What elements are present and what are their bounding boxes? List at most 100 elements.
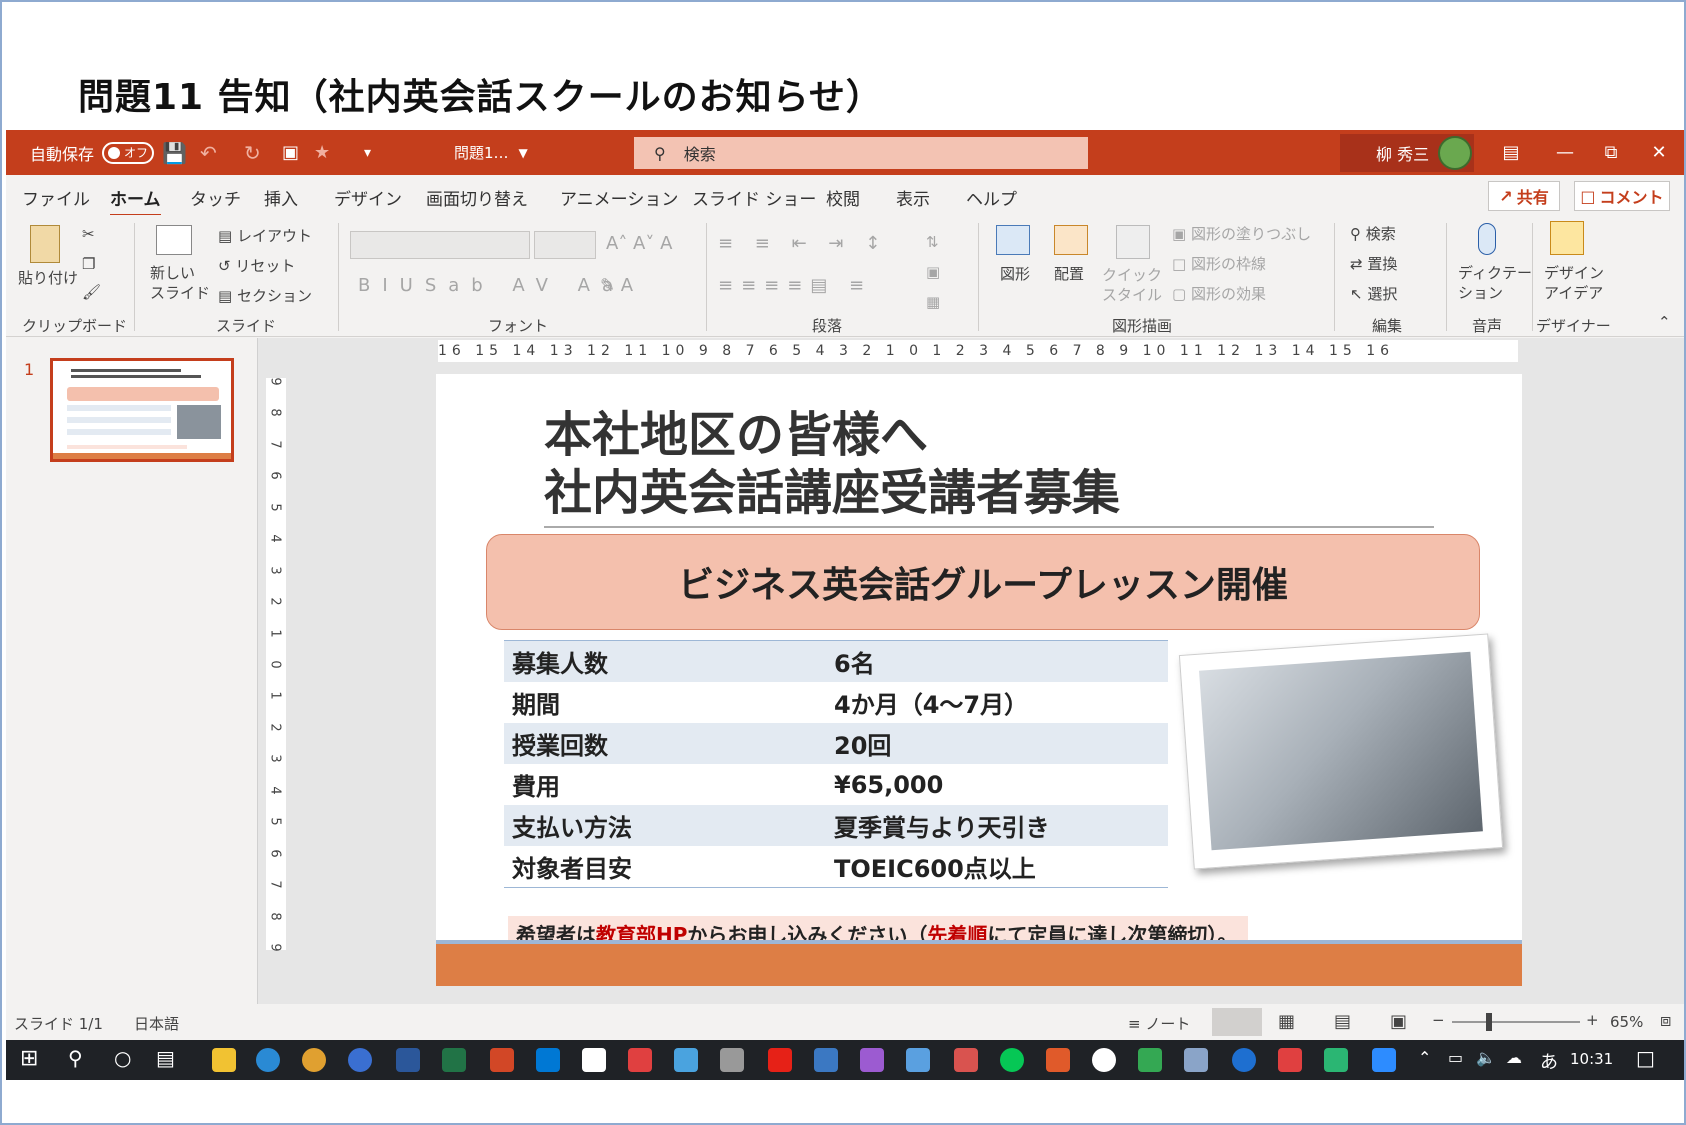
new-slide-button[interactable]: 新しい スライド [150, 263, 210, 303]
align-icons[interactable]: ≡≡≡≡▤ ≡ [718, 275, 872, 296]
amazon-icon[interactable] [582, 1048, 606, 1072]
photos-icon[interactable] [814, 1048, 838, 1072]
cloud-icon[interactable]: ☁ [1506, 1048, 1522, 1067]
undo-icon[interactable]: ↶ [200, 130, 217, 175]
restore-icon[interactable]: ⧉ [1588, 130, 1634, 175]
comment-button[interactable]: □ コメント [1574, 181, 1670, 211]
app-icon[interactable] [1138, 1048, 1162, 1072]
line-icon[interactable] [1000, 1048, 1024, 1072]
zoom-level[interactable]: 65% [1610, 1013, 1643, 1031]
arrange-button[interactable]: 配置 [1054, 263, 1084, 284]
quick-style-icon[interactable] [1116, 225, 1150, 263]
app-icon[interactable] [1184, 1048, 1208, 1072]
dictate-button[interactable]: ディクテー ション [1458, 263, 1532, 303]
google-icon[interactable] [1092, 1048, 1116, 1072]
play-store-icon[interactable] [1324, 1048, 1348, 1072]
app-icon[interactable] [1046, 1048, 1070, 1072]
paste-button[interactable]: 貼り付け [18, 267, 78, 288]
reset-button[interactable]: ↺ リセット [218, 255, 295, 276]
volume-icon[interactable]: 🔈 [1476, 1048, 1496, 1067]
app-icon[interactable] [628, 1048, 652, 1072]
close-icon[interactable]: ✕ [1636, 130, 1682, 175]
search-input[interactable]: ⚲ 検索 [634, 137, 1088, 169]
battery-icon[interactable]: ▭ [1448, 1048, 1463, 1067]
cut-icon[interactable]: ✂ [82, 225, 95, 243]
section-button[interactable]: ▤ セクション [218, 285, 312, 306]
language[interactable]: 日本語 [134, 1013, 179, 1034]
youtube-icon[interactable] [768, 1048, 792, 1072]
word-icon[interactable] [396, 1048, 420, 1072]
pdf-icon[interactable] [1278, 1048, 1302, 1072]
tab-file[interactable]: ファイル [22, 185, 90, 210]
slide-thumbnail[interactable] [50, 358, 234, 462]
font-format-icons[interactable]: BIUSab AV Aa [358, 275, 625, 296]
app-icon[interactable] [906, 1048, 930, 1072]
tab-help[interactable]: ヘルプ [966, 185, 1017, 210]
font-color-icon[interactable]: ✎ A [600, 275, 633, 296]
task-view-icon[interactable]: ▤ [156, 1046, 175, 1070]
search-icon[interactable]: ⚲ [68, 1046, 83, 1070]
tab-transitions[interactable]: 画面切り替え [426, 185, 528, 210]
comments-toggle[interactable] [1212, 1008, 1262, 1036]
collapse-ribbon-icon[interactable]: ⌃ [1658, 313, 1671, 331]
grow-font-icon[interactable]: A˄ A˅ A [606, 233, 672, 254]
share-button[interactable]: ↗ 共有 [1488, 181, 1560, 211]
list-icons[interactable]: ≡ ≡ ⇤ ⇥ ↕ [718, 233, 888, 254]
find-button[interactable]: ⚲ 検索 [1350, 223, 1396, 244]
zoom-in-icon[interactable]: + [1586, 1011, 1599, 1029]
slide-canvas[interactable]: 本社地区の皆様へ 社内英会話講座受講者募集 ビジネス英会話グループレッスン開催 … [436, 374, 1522, 986]
ime-indicator[interactable]: あ [1540, 1048, 1558, 1074]
app-icon[interactable] [674, 1048, 698, 1072]
sorter-view-icon[interactable]: ▤ [1334, 1011, 1351, 1032]
autosave-control[interactable]: 自動保存 オフ [30, 130, 155, 175]
tab-home[interactable]: ホーム [110, 185, 161, 217]
chevron-up-icon[interactable]: ⌃ [1418, 1048, 1431, 1067]
arrange-icon[interactable] [1054, 225, 1088, 259]
autosave-toggle[interactable]: オフ [102, 141, 155, 164]
format-painter-icon[interactable]: 🖌 [82, 283, 101, 301]
paint-icon[interactable] [860, 1048, 884, 1072]
zoom-app-icon[interactable] [1372, 1048, 1396, 1072]
normal-view-icon[interactable]: ▦ [1278, 1011, 1295, 1032]
chrome-icon[interactable] [302, 1048, 326, 1072]
horizontal-ruler[interactable]: 16 15 14 13 12 11 10 9 8 7 6 5 4 3 2 1 0… [438, 340, 1518, 362]
pen-icon[interactable]: ★ [314, 130, 330, 175]
tab-review[interactable]: 校閲 [826, 185, 860, 210]
zoom-slider[interactable] [1452, 1021, 1580, 1023]
fit-slide-icon[interactable]: ⧈ [1660, 1010, 1671, 1031]
explorer-icon[interactable] [212, 1048, 236, 1072]
windows-start-icon[interactable]: ⊞ [20, 1046, 38, 1071]
vertical-ruler[interactable]: 9 8 7 6 5 4 3 2 1 0 1 2 3 4 5 6 7 8 9 [266, 377, 286, 952]
zoom-out-icon[interactable]: − [1432, 1011, 1445, 1029]
shape-button[interactable]: 図形 [1000, 263, 1030, 284]
customize-qat-icon[interactable]: ▾ [364, 130, 371, 175]
font-family-select[interactable] [350, 231, 530, 259]
smartart-icon[interactable]: ▦ [926, 293, 940, 311]
minimize-icon[interactable]: — [1542, 130, 1588, 175]
clock[interactable]: 10:31 [1570, 1050, 1613, 1068]
tab-view[interactable]: 表示 [896, 185, 930, 210]
meeting-photo[interactable] [1178, 633, 1504, 870]
avatar[interactable] [1438, 136, 1472, 170]
notes-button[interactable]: ≡ ノート [1128, 1013, 1190, 1034]
banner-shape[interactable]: ビジネス英会話グループレッスン開催 [486, 534, 1480, 630]
excel-icon[interactable] [442, 1048, 466, 1072]
paste-icon[interactable] [30, 225, 60, 267]
info-table[interactable]: 募集人数 6名 期間 4か月（4〜7月） 授業回数 20回 費用 ¥65,000 支払い方法 夏季… [504, 640, 1168, 888]
edge-icon[interactable] [256, 1048, 280, 1072]
align-text-icon[interactable]: ▣ [926, 263, 940, 281]
notification-icon[interactable]: □ [1636, 1046, 1655, 1070]
microphone-icon[interactable] [1478, 223, 1496, 259]
onedrive-icon[interactable] [1232, 1048, 1256, 1072]
zoom-slider-thumb[interactable] [1486, 1013, 1492, 1031]
slide-title[interactable]: 本社地区の皆様へ 社内英会話講座受講者募集 [544, 406, 1120, 522]
replace-button[interactable]: ⇄ 置換 [1350, 253, 1397, 274]
tab-slideshow[interactable]: スライド ショー [692, 185, 816, 210]
people-icon[interactable] [348, 1048, 372, 1072]
design-ideas-icon[interactable] [1550, 221, 1584, 259]
redo-icon[interactable]: ↻ [244, 130, 261, 175]
fill-button[interactable]: ▣ 図形の塗りつぶし [1172, 223, 1311, 244]
tab-insert[interactable]: 挿入 [264, 185, 298, 210]
document-title[interactable]: 問題1… ▼ [454, 130, 528, 175]
reading-view-icon[interactable]: ▣ [1390, 1011, 1407, 1032]
